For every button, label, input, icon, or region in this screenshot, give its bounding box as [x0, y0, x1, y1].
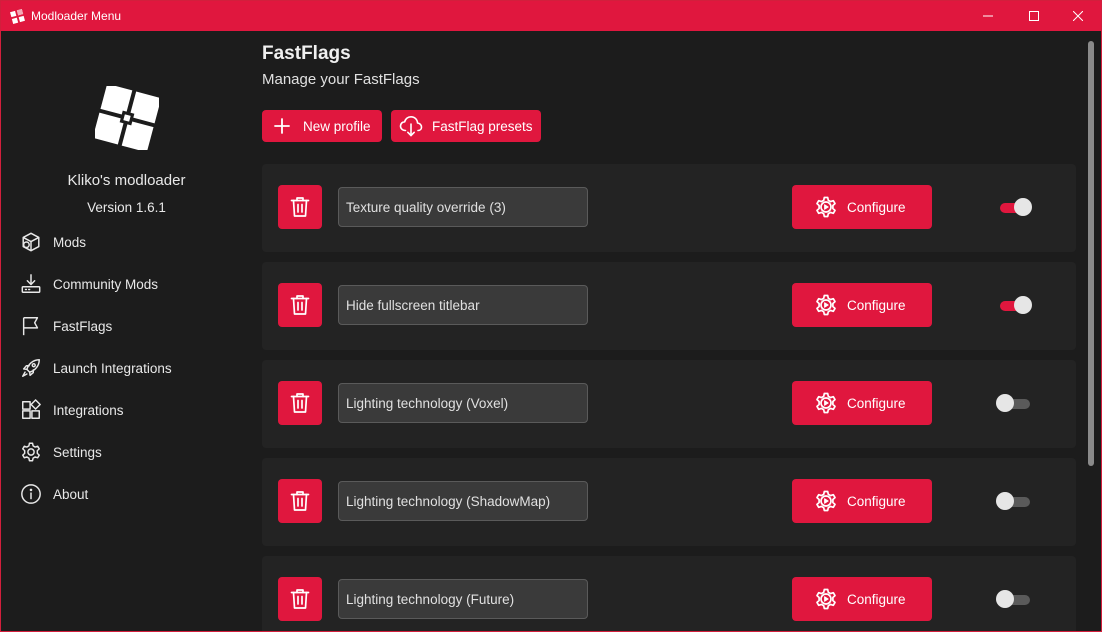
- profile-name-field[interactable]: Hide fullscreen titlebar: [338, 285, 588, 325]
- trash-icon: [290, 490, 310, 512]
- sidebar-item-settings[interactable]: Settings: [19, 437, 239, 467]
- profile-enabled-toggle[interactable]: [998, 198, 1032, 216]
- profile-enabled-toggle[interactable]: [996, 394, 1032, 412]
- download-icon: [19, 272, 43, 296]
- toggle-knob: [996, 394, 1014, 412]
- sidebar-item-fastflags[interactable]: FastFlags: [19, 311, 239, 341]
- app-version: Version 1.6.1: [87, 200, 166, 215]
- minimize-icon: [983, 15, 993, 17]
- delete-profile-button[interactable]: [278, 381, 322, 425]
- sidebar-item-integrations[interactable]: Integrations: [19, 395, 239, 425]
- profile-name-field[interactable]: Texture quality override (3): [338, 187, 588, 227]
- app-name: Kliko's modloader: [67, 172, 186, 189]
- trash-icon: [290, 294, 310, 316]
- info-icon: [19, 482, 43, 506]
- configure-label: Configure: [847, 493, 906, 509]
- sidebar-item-label: About: [53, 486, 89, 502]
- window-title: Modloader Menu: [31, 9, 122, 23]
- fastflag-presets-label: FastFlag presets: [432, 118, 533, 134]
- app-logo-icon: [95, 86, 159, 150]
- sidebar-item-about[interactable]: About: [19, 479, 239, 509]
- plus-icon: [273, 117, 291, 135]
- sidebar-item-label: Community Mods: [53, 276, 159, 292]
- title-bar[interactable]: Modloader Menu: [1, 1, 1101, 31]
- configure-button[interactable]: Configure: [792, 479, 932, 523]
- new-profile-label: New profile: [303, 118, 371, 134]
- trash-icon: [290, 588, 310, 610]
- rocket-icon: [19, 356, 43, 380]
- configure-button[interactable]: Configure: [792, 283, 932, 327]
- minimize-button[interactable]: [965, 1, 1011, 31]
- sidebar-item-label: FastFlags: [53, 318, 113, 334]
- profile-row: Lighting technology (Voxel) Configure: [262, 360, 1076, 448]
- configure-button[interactable]: Configure: [792, 185, 932, 229]
- sidebar-item-launch-integrations[interactable]: Launch Integrations: [19, 353, 239, 383]
- profile-name-field[interactable]: Lighting technology (Future): [338, 579, 588, 619]
- gear-play-icon: [814, 489, 838, 513]
- gear-play-icon: [814, 587, 838, 611]
- profile-name-field[interactable]: Lighting technology (Voxel): [338, 383, 588, 423]
- configure-label: Configure: [847, 395, 906, 411]
- toggle-knob: [1014, 296, 1032, 314]
- profile-row: Lighting technology (Future) Configure: [262, 556, 1076, 631]
- sidebar: Kliko's modloader Version 1.6.1 Mods Com…: [1, 31, 252, 631]
- profile-enabled-toggle[interactable]: [996, 590, 1032, 608]
- profile-row: Lighting technology (ShadowMap) Configure: [262, 458, 1076, 546]
- sidebar-item-label: Launch Integrations: [53, 360, 172, 376]
- scrollbar[interactable]: [1088, 41, 1094, 466]
- configure-label: Configure: [847, 297, 906, 313]
- gear-play-icon: [814, 195, 838, 219]
- delete-profile-button[interactable]: [278, 185, 322, 229]
- configure-button[interactable]: Configure: [792, 381, 932, 425]
- gear-icon: [19, 440, 43, 464]
- main-content: FastFlags Manage your FastFlags New prof…: [252, 31, 1101, 631]
- sidebar-item-label: Settings: [53, 444, 102, 460]
- toggle-knob: [1014, 198, 1032, 216]
- close-icon: [1073, 11, 1083, 21]
- trash-icon: [290, 196, 310, 218]
- trash-icon: [290, 392, 310, 414]
- new-profile-button[interactable]: New profile: [262, 110, 382, 142]
- delete-profile-button[interactable]: [278, 479, 322, 523]
- profile-name-field[interactable]: Lighting technology (ShadowMap): [338, 481, 588, 521]
- profile-enabled-toggle[interactable]: [998, 296, 1032, 314]
- flag-icon: [19, 314, 43, 338]
- configure-button[interactable]: Configure: [792, 577, 932, 621]
- cube-icon: [19, 230, 43, 254]
- page-subtitle: Manage your FastFlags: [262, 71, 420, 88]
- toggle-knob: [996, 492, 1014, 510]
- sidebar-item-mods[interactable]: Mods: [19, 227, 239, 257]
- app-logo-icon: [10, 9, 25, 24]
- cloud-download-icon: [399, 114, 423, 138]
- puzzle-icon: [19, 398, 43, 422]
- toggle-knob: [996, 590, 1014, 608]
- sidebar-item-label: Integrations: [53, 402, 124, 418]
- fastflag-presets-button[interactable]: FastFlag presets: [391, 110, 541, 142]
- close-button[interactable]: [1055, 1, 1101, 31]
- profile-row: Hide fullscreen titlebar Configure: [262, 262, 1076, 350]
- configure-label: Configure: [847, 591, 906, 607]
- delete-profile-button[interactable]: [278, 283, 322, 327]
- sidebar-item-community-mods[interactable]: Community Mods: [19, 269, 239, 299]
- profile-enabled-toggle[interactable]: [996, 492, 1032, 510]
- app-window: Modloader Menu Kliko's modloader Version…: [0, 0, 1102, 632]
- gear-play-icon: [814, 391, 838, 415]
- sidebar-item-label: Mods: [53, 234, 87, 250]
- page-title: FastFlags: [262, 43, 351, 64]
- profile-row: Texture quality override (3) Configure: [262, 164, 1076, 252]
- gear-play-icon: [814, 293, 838, 317]
- delete-profile-button[interactable]: [278, 577, 322, 621]
- maximize-icon: [1029, 11, 1039, 21]
- maximize-button[interactable]: [1011, 1, 1057, 31]
- configure-label: Configure: [847, 199, 906, 215]
